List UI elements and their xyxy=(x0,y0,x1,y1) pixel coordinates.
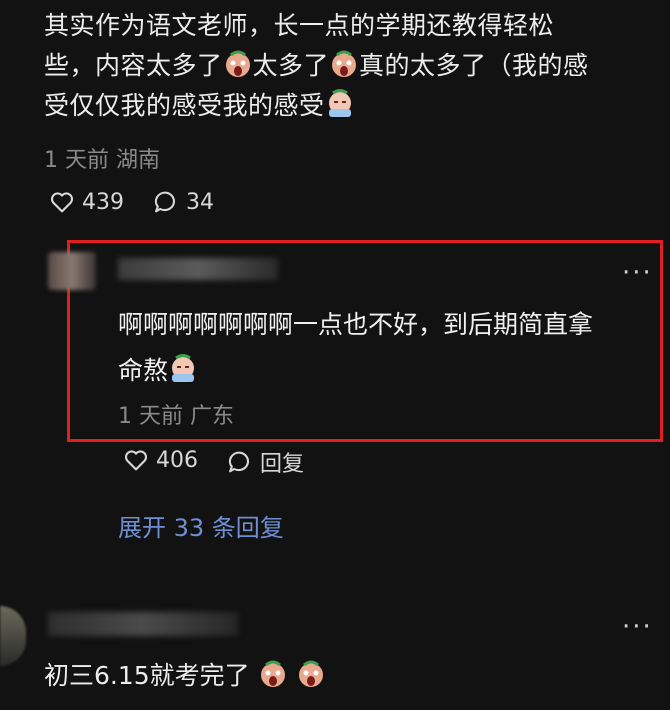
more-icon[interactable]: ··· xyxy=(622,612,653,642)
reply-meta: 1 天前 广东 xyxy=(118,404,234,429)
avatar[interactable] xyxy=(0,606,26,666)
heart-icon xyxy=(124,450,148,471)
comment-3-text: 初三6.15就考完了 xyxy=(44,656,326,692)
comment-bubble-icon xyxy=(228,451,249,473)
scream-emoji xyxy=(332,50,357,77)
expand-replies-link[interactable]: 展开 33 条回复 xyxy=(118,508,284,543)
crying-emoji xyxy=(172,354,195,382)
comment-1-reply-button[interactable]: 34 xyxy=(152,188,214,216)
comment-1-like-button[interactable]: 439 xyxy=(48,188,124,216)
heart-icon xyxy=(50,192,74,213)
reply-like-button[interactable]: 406 xyxy=(122,446,198,474)
username-blurred[interactable] xyxy=(118,258,278,280)
like-count: 406 xyxy=(156,447,198,473)
scream-emoji xyxy=(260,660,285,687)
comment-1-text: 其实作为语文老师，长一点的学期还教得轻松 些，内容太多了 太多了 真的太多了（我的感… xyxy=(44,11,589,120)
username-blurred[interactable] xyxy=(48,612,238,636)
scream-emoji xyxy=(298,660,323,687)
scream-emoji xyxy=(225,50,250,77)
reply-label: 回复 xyxy=(260,452,305,477)
comment-bubble-icon xyxy=(154,191,175,213)
more-icon[interactable]: ··· xyxy=(622,258,653,288)
avatar[interactable] xyxy=(48,252,96,290)
crying-emoji xyxy=(328,89,351,117)
reply-text: 啊啊啊啊啊啊啊一点也不好，到后期简直拿 命熬 xyxy=(118,310,594,385)
comment-count: 34 xyxy=(186,189,214,215)
like-count: 439 xyxy=(82,189,124,215)
reply-reply-button[interactable]: 回复 xyxy=(226,446,304,478)
comment-1-meta: 1 天前 湖南 xyxy=(44,148,160,173)
